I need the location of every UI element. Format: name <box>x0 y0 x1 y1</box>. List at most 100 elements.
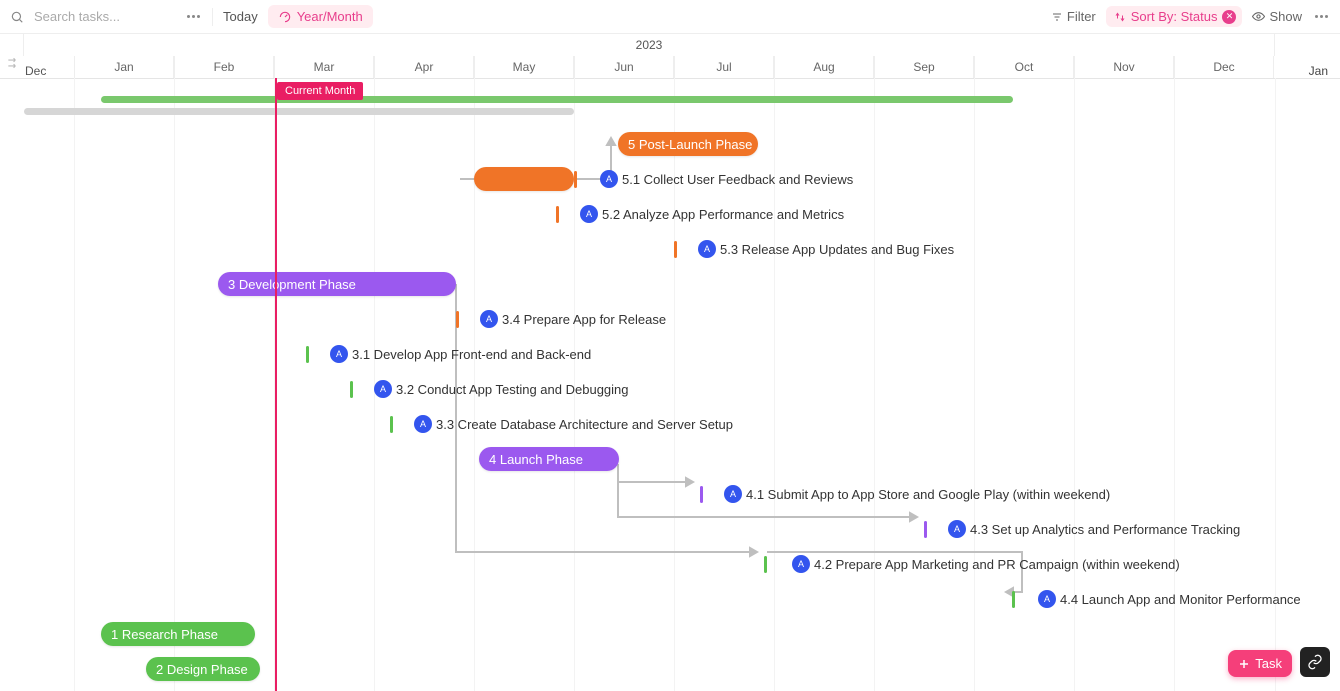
month-label: May <box>474 56 574 78</box>
expand-drawer-icon[interactable] <box>6 56 20 75</box>
task-label[interactable]: 4.2 Prepare App Marketing and PR Campaig… <box>814 557 1180 572</box>
task-label[interactable]: 5.3 Release App Updates and Bug Fixes <box>720 242 954 257</box>
phase-bar[interactable]: 2 Design Phase <box>146 657 260 681</box>
task-tick[interactable] <box>556 206 559 223</box>
new-task-label: Task <box>1255 656 1282 671</box>
timeline-row: A 5.1 Collect User Feedback and Reviews <box>0 167 1340 195</box>
month-label: Jun <box>574 56 674 78</box>
view-year-month[interactable]: Year/Month <box>268 5 373 28</box>
summary-bar[interactable] <box>24 108 574 115</box>
header-divider <box>0 78 1340 79</box>
eye-icon <box>1252 10 1265 23</box>
month-label: Nov <box>1074 56 1174 78</box>
task-label[interactable]: 4.3 Set up Analytics and Performance Tra… <box>970 522 1240 537</box>
task-label[interactable]: 4.4 Launch App and Monitor Performance <box>1060 592 1301 607</box>
assignee-avatar[interactable]: A <box>698 240 716 258</box>
timeline-row: A 3.4 Prepare App for Release <box>0 307 1340 335</box>
plus-icon <box>1238 658 1250 670</box>
show-button[interactable]: Show <box>1252 9 1302 24</box>
summary-bar[interactable] <box>101 96 1013 103</box>
phase-bar[interactable]: 5 Post-Launch Phase <box>618 132 758 156</box>
clear-sort-icon[interactable]: ✕ <box>1222 10 1236 24</box>
timeline-row: A 3.2 Conduct App Testing and Debugging <box>0 377 1340 405</box>
next-year-month-label: Jan <box>1309 64 1328 78</box>
new-task-button[interactable]: Task <box>1228 650 1292 677</box>
task-tick[interactable] <box>924 521 927 538</box>
timeline-row: A 4.2 Prepare App Marketing and PR Campai… <box>0 552 1340 580</box>
task-tick[interactable] <box>1012 591 1015 608</box>
assignee-avatar[interactable]: A <box>600 170 618 188</box>
month-label: Sep <box>874 56 974 78</box>
timeline-row: A 5.2 Analyze App Performance and Metrics <box>0 202 1340 230</box>
task-tick[interactable] <box>764 556 767 573</box>
assignee-avatar[interactable]: A <box>724 485 742 503</box>
month-label: Oct <box>974 56 1074 78</box>
search-input[interactable] <box>34 9 174 24</box>
sort-pill[interactable]: Sort By: Status ✕ <box>1106 6 1243 27</box>
view-label: Year/Month <box>297 9 363 24</box>
month-label: Jan <box>74 56 174 78</box>
phase-bar[interactable]: 3 Development Phase <box>218 272 456 296</box>
task-label[interactable]: 3.1 Develop App Front-end and Back-end <box>352 347 591 362</box>
timeline-row: 1 Research Phase <box>0 622 1340 650</box>
timeline-row: A 5.3 Release App Updates and Bug Fixes <box>0 237 1340 265</box>
task-label[interactable]: 5.1 Collect User Feedback and Reviews <box>622 172 853 187</box>
task-label[interactable]: 5.2 Analyze App Performance and Metrics <box>602 207 844 222</box>
task-tick[interactable] <box>574 171 577 188</box>
task-tick[interactable] <box>390 416 393 433</box>
assignee-avatar[interactable]: A <box>580 205 598 223</box>
filter-icon <box>1051 11 1063 23</box>
timeline-area: Dec Jan Task 2023JanFebMarAprMayJunJulAu… <box>0 34 1340 691</box>
timeline-row: A 3.3 Create Database Architecture and Se… <box>0 412 1340 440</box>
assignee-avatar[interactable]: A <box>1038 590 1056 608</box>
more-icon[interactable] <box>184 8 202 26</box>
phase-bar[interactable]: 1 Research Phase <box>101 622 255 646</box>
timeline-row: A 4.3 Set up Analytics and Performance Tr… <box>0 517 1340 545</box>
timeline-row: 4 Launch Phase <box>0 447 1340 475</box>
prev-year-month-label: Dec <box>25 64 46 78</box>
speedometer-icon <box>278 10 292 24</box>
month-label: Aug <box>774 56 874 78</box>
month-label: Dec <box>1174 56 1274 78</box>
task-tick[interactable] <box>456 311 459 328</box>
task-label[interactable]: 3.4 Prepare App for Release <box>502 312 666 327</box>
toolbar: Today Year/Month Filter Sort By: Status … <box>0 0 1340 34</box>
divider <box>212 8 213 26</box>
task-tick[interactable] <box>674 241 677 258</box>
assignee-avatar[interactable]: A <box>330 345 348 363</box>
timeline-row: A 4.4 Launch App and Monitor Performance <box>0 587 1340 615</box>
task-label[interactable]: 4.1 Submit App to App Store and Google P… <box>746 487 1110 502</box>
task-tick[interactable] <box>350 381 353 398</box>
month-label: Apr <box>374 56 474 78</box>
current-month-line <box>275 78 277 691</box>
task-tick[interactable] <box>700 486 703 503</box>
assignee-avatar[interactable]: A <box>480 310 498 328</box>
timeline-row: 3 Development Phase <box>0 272 1340 300</box>
timeline-row: 5 Post-Launch Phase <box>0 132 1340 160</box>
search-icon <box>10 10 24 24</box>
task-tick[interactable] <box>306 346 309 363</box>
month-label: Mar <box>274 56 374 78</box>
task-label[interactable]: 3.2 Conduct App Testing and Debugging <box>396 382 629 397</box>
assignee-avatar[interactable]: A <box>792 555 810 573</box>
link-icon <box>1307 654 1323 670</box>
filter-label: Filter <box>1067 9 1096 24</box>
month-label: Feb <box>174 56 274 78</box>
today-button[interactable]: Today <box>223 9 258 24</box>
task-label[interactable]: 3.3 Create Database Architecture and Ser… <box>436 417 733 432</box>
assignee-avatar[interactable]: A <box>414 415 432 433</box>
assignee-avatar[interactable]: A <box>948 520 966 538</box>
sort-icon <box>1114 11 1126 23</box>
filter-button[interactable]: Filter <box>1051 9 1096 24</box>
sort-label: Sort By: Status <box>1131 9 1218 24</box>
timeline-row: 2 Design Phase <box>0 657 1340 685</box>
year-label: 2023 <box>23 34 1275 56</box>
current-month-pill: Current Month <box>277 82 363 100</box>
month-label: Jul <box>674 56 774 78</box>
phase-bar[interactable]: 4 Launch Phase <box>479 447 619 471</box>
overflow-icon[interactable] <box>1312 8 1330 26</box>
link-fab[interactable] <box>1300 647 1330 677</box>
timeline-row: A 4.1 Submit App to App Store and Google … <box>0 482 1340 510</box>
assignee-avatar[interactable]: A <box>374 380 392 398</box>
show-label: Show <box>1269 9 1302 24</box>
